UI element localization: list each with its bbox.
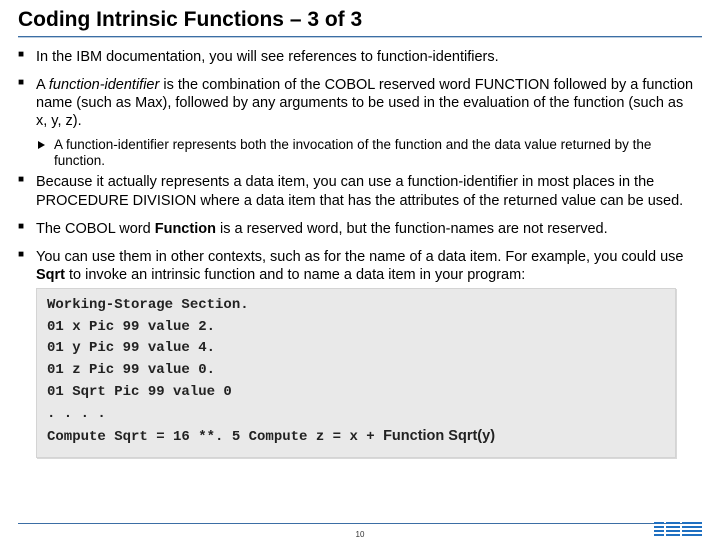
footer-rule bbox=[18, 523, 702, 524]
code-line-5: 01 Sqrt Pic 99 value 0 bbox=[47, 384, 232, 400]
bullet-5-b: to invoke an intrinsic function and to n… bbox=[65, 267, 525, 283]
logo-bar bbox=[654, 522, 664, 538]
code-line-2: 01 x Pic 99 value 2. bbox=[47, 319, 215, 335]
sub-bullet-list: A function-identifier represents both th… bbox=[36, 137, 696, 170]
bullet-4: The COBOL word Function is a reserved wo… bbox=[18, 220, 696, 238]
bullet-5: You can use them in other contexts, such… bbox=[18, 248, 696, 284]
bullet-1-text: In the IBM documentation, you will see r… bbox=[36, 49, 499, 65]
logo-bar bbox=[682, 522, 702, 538]
bullet-4-bold: Function bbox=[155, 221, 216, 237]
code-block: Working-Storage Section. 01 x Pic 99 val… bbox=[36, 288, 676, 458]
slide-title: Coding Intrinsic Functions – 3 of 3 bbox=[18, 8, 702, 36]
bullet-list: In the IBM documentation, you will see r… bbox=[18, 48, 702, 284]
bullet-3: Because it actually represents a data it… bbox=[18, 173, 696, 209]
bullet-3-text: Because it actually represents a data it… bbox=[36, 174, 683, 208]
code-line-6: . . . . bbox=[47, 406, 106, 422]
bullet-4-a: The COBOL word bbox=[36, 221, 155, 237]
sub-bullet-1-text: A function-identifier represents both th… bbox=[54, 137, 651, 168]
bullet-1: In the IBM documentation, you will see r… bbox=[18, 48, 696, 66]
footer: 10 bbox=[0, 522, 720, 540]
logo-bar bbox=[666, 522, 680, 538]
code-line-7-fn: Function Sqrt(y) bbox=[383, 428, 495, 444]
page-number: 10 bbox=[356, 530, 365, 539]
bullet-5-a: You can use them in other contexts, such… bbox=[36, 249, 684, 265]
slide: Coding Intrinsic Functions – 3 of 3 In t… bbox=[0, 0, 720, 540]
bullet-2-a: A bbox=[36, 77, 49, 93]
title-rule bbox=[18, 36, 702, 38]
ibm-logo-icon bbox=[654, 522, 702, 538]
bullet-2: A function-identifier is the combination… bbox=[18, 76, 696, 169]
code-line-7a: Compute Sqrt = 16 **. 5 Compute z = x + bbox=[47, 429, 383, 445]
bullet-5-bold: Sqrt bbox=[36, 267, 65, 283]
code-line-1: Working-Storage Section. bbox=[47, 297, 249, 313]
sub-bullet-1: A function-identifier represents both th… bbox=[36, 137, 696, 170]
bullet-4-b: is a reserved word, but the function-nam… bbox=[216, 221, 608, 237]
code-line-3: 01 y Pic 99 value 4. bbox=[47, 340, 215, 356]
bullet-2-ital: function-identifier bbox=[49, 77, 159, 93]
code-line-4: 01 z Pic 99 value 0. bbox=[47, 362, 215, 378]
